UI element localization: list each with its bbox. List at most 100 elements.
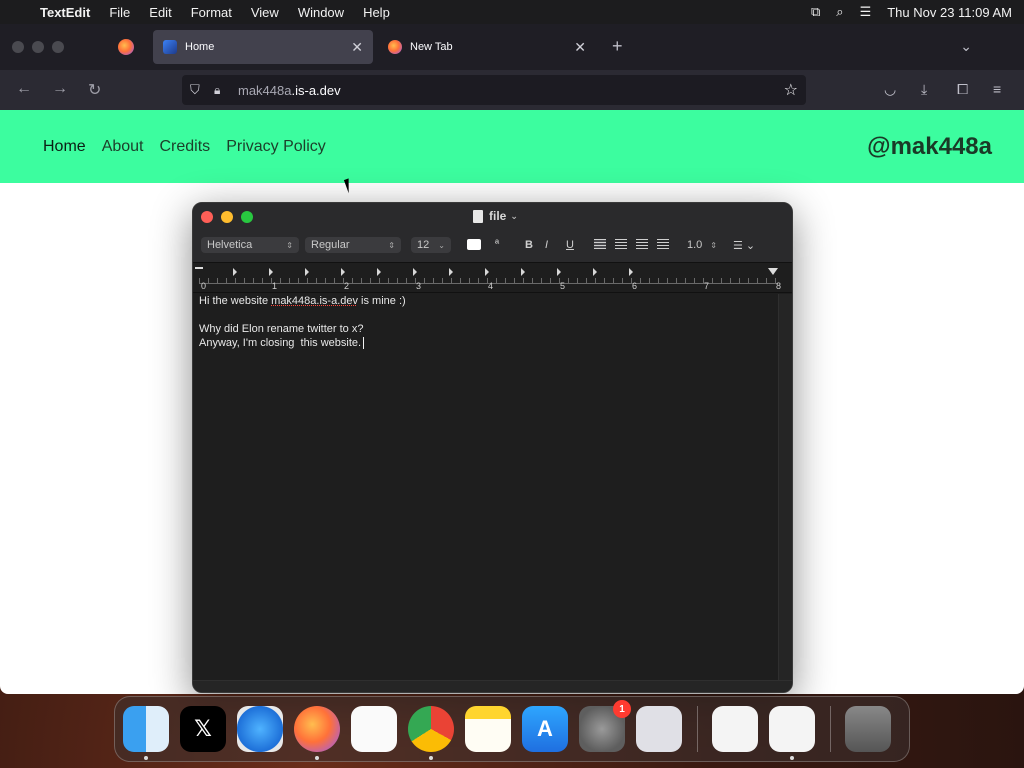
tab-label: Home xyxy=(185,41,215,53)
tab-stop-icon[interactable] xyxy=(449,268,453,276)
tab-stop-icon[interactable] xyxy=(269,268,273,276)
vertical-scrollbar[interactable] xyxy=(778,294,792,682)
close-window-icon[interactable] xyxy=(201,211,213,223)
menu-window[interactable]: Window xyxy=(298,5,344,20)
notification-badge: 1 xyxy=(613,700,631,718)
tab-stop-icon[interactable] xyxy=(305,268,309,276)
italic-icon[interactable]: I xyxy=(545,237,548,253)
back-arrow-icon[interactable]: ← xyxy=(16,80,32,98)
screenshot-utility-icon[interactable] xyxy=(712,706,758,752)
pocket-icon[interactable]: ◡ xyxy=(884,81,896,98)
align-right-icon[interactable] xyxy=(636,239,648,249)
close-tab-icon[interactable]: ✕ xyxy=(351,39,363,56)
site-nav-home[interactable]: Home xyxy=(43,138,86,156)
font-style-select[interactable]: Regular ⇕ xyxy=(305,237,401,253)
tab-stop-icon[interactable] xyxy=(593,268,597,276)
tab-stop-icon[interactable] xyxy=(413,268,417,276)
tab-label: New Tab xyxy=(410,41,453,53)
site-nav-credits[interactable]: Credits xyxy=(160,138,211,156)
firefox-icon[interactable] xyxy=(294,706,340,760)
url-subdomain: mak448a xyxy=(238,82,292,98)
document-text-area[interactable]: Hi the website mak448a.is-a.dev is mine … xyxy=(193,294,779,682)
spotlight-search-icon[interactable]: ⌕ xyxy=(836,4,843,20)
close-window-icon[interactable] xyxy=(12,41,24,53)
trash-icon[interactable] xyxy=(845,706,891,752)
tab-home[interactable]: Home ✕ xyxy=(153,30,373,64)
screen-mirroring-icon[interactable]: ⧉ xyxy=(811,4,820,20)
zoom-window-icon[interactable] xyxy=(241,211,253,223)
finder-icon[interactable] xyxy=(123,706,169,760)
chrome-icon[interactable] xyxy=(408,706,454,760)
document-title[interactable]: file ⌄ xyxy=(473,209,518,223)
tab-stop-icon[interactable] xyxy=(629,268,633,276)
ruler-number: 1 xyxy=(272,281,278,291)
reload-icon[interactable]: ↻ xyxy=(88,80,101,100)
menu-file[interactable]: File xyxy=(109,5,130,20)
tab-stop-icon[interactable] xyxy=(341,268,345,276)
tab-stop-icon[interactable] xyxy=(233,268,237,276)
text-color-swatch[interactable] xyxy=(467,239,481,250)
launchpad-icon[interactable] xyxy=(636,706,682,752)
url-domain: .is-a.dev xyxy=(291,82,341,98)
list-bullets-icon[interactable]: ☰ ⌄ xyxy=(733,237,755,253)
menubar-clock[interactable]: Thu Nov 23 11:09 AM xyxy=(887,5,1012,20)
menu-format[interactable]: Format xyxy=(191,5,232,20)
tab-bar: Home ✕ New Tab ✕ + ⌄ xyxy=(0,24,1024,70)
tab-stop-icon[interactable] xyxy=(521,268,525,276)
app-menu-hamburger-icon[interactable]: ≡ xyxy=(993,81,1001,97)
control-center-icon[interactable]: ☰ xyxy=(860,4,872,20)
font-size-select[interactable]: 12 ⌄ xyxy=(411,237,451,253)
new-tab-plus-icon[interactable]: + xyxy=(612,36,623,57)
underline-icon[interactable]: U xyxy=(566,237,574,253)
textedit-icon[interactable] xyxy=(769,706,815,760)
menu-bar: TextEdit File Edit Format View Window He… xyxy=(0,0,1024,24)
site-brand[interactable]: @mak448a xyxy=(867,133,992,161)
address-bar[interactable]: ⛉ 🔒︎ mak448a .is-a.dev ☆ xyxy=(182,75,806,105)
fullscreen-window-icon[interactable] xyxy=(52,41,64,53)
menu-help[interactable]: Help xyxy=(363,5,390,20)
document-title-text: file xyxy=(489,209,507,223)
tab-stop-icon[interactable] xyxy=(377,268,381,276)
menu-app-name[interactable]: TextEdit xyxy=(40,5,90,20)
tab-stop-icon[interactable] xyxy=(485,268,489,276)
align-center-icon[interactable] xyxy=(615,239,627,249)
justify-icon[interactable] xyxy=(657,239,669,249)
tab-stop-icon[interactable] xyxy=(557,268,561,276)
textedit-window: file ⌄ Helvetica ⇕ Regular ⇕ 12 ⌄ ª B I … xyxy=(192,202,793,693)
downloads-icon[interactable]: ⤓ xyxy=(921,81,927,98)
menu-edit[interactable]: Edit xyxy=(149,5,171,20)
site-info-lock-icon[interactable]: 🔒︎ xyxy=(214,83,228,98)
document-line: Hi the website mak448a.is-a.dev is mine … xyxy=(199,294,773,308)
updown-arrows-icon: ⇕ xyxy=(710,240,717,250)
tab-new-tab[interactable]: New Tab ✕ xyxy=(378,30,596,64)
bookmark-star-icon[interactable]: ☆ xyxy=(784,80,798,100)
notes-icon[interactable] xyxy=(465,706,511,752)
left-indent-marker-icon[interactable] xyxy=(195,267,203,275)
ruler[interactable]: 0 1 2 3 4 5 6 7 8 xyxy=(193,263,792,293)
align-left-icon[interactable] xyxy=(594,239,606,249)
minimize-window-icon[interactable] xyxy=(221,211,233,223)
site-nav-about[interactable]: About xyxy=(102,138,144,156)
system-settings-gear-icon[interactable]: 1 xyxy=(579,700,631,752)
close-tab-icon[interactable]: ✕ xyxy=(574,39,586,56)
font-family-select[interactable]: Helvetica ⇕ xyxy=(201,237,299,253)
forward-arrow-icon[interactable]: → xyxy=(52,80,68,98)
horizontal-scrollbar[interactable] xyxy=(193,680,792,692)
running-indicator xyxy=(315,756,319,760)
safari-icon[interactable] xyxy=(237,706,283,752)
menu-view[interactable]: View xyxy=(251,5,279,20)
reminders-icon[interactable] xyxy=(351,706,397,752)
minimize-window-icon[interactable] xyxy=(32,41,44,53)
misspelled-link-text: mak448a.is-a.dev xyxy=(271,295,358,307)
app-store-icon[interactable]: A xyxy=(522,706,568,752)
tracking-protection-shield-icon[interactable]: ⛉ xyxy=(190,82,204,98)
line-spacing-select[interactable]: 1.0 ⇕ xyxy=(687,237,717,253)
firefox-view-icon[interactable] xyxy=(118,39,134,55)
right-indent-marker-icon[interactable] xyxy=(768,268,778,275)
x-app-icon[interactable]: 𝕏 xyxy=(180,706,226,752)
list-all-tabs-chevron-icon[interactable]: ⌄ xyxy=(960,38,972,55)
extensions-puzzle-icon[interactable]: ⧠ xyxy=(957,81,968,98)
bold-icon[interactable]: B xyxy=(525,237,533,253)
highlight-color-icon[interactable]: ª xyxy=(495,236,499,252)
site-nav-privacy-policy[interactable]: Privacy Policy xyxy=(226,138,326,156)
